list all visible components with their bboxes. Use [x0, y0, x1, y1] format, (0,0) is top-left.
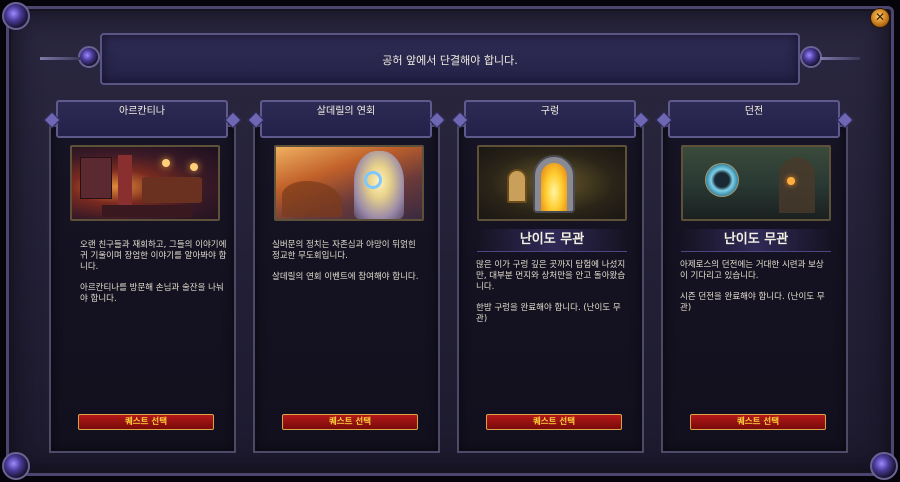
- quest-card-title: 살데릴의 연회: [316, 106, 376, 117]
- quest-card-description: 오랜 친구들과 재회하고, 그들의 이야기에 귀 기울이며 장엄한 이야기를 알…: [80, 240, 230, 315]
- quest-card-description: 많은 이가 구렁 깊은 곳까지 탐험에 나섰지만, 대부분 먼지와 상처만을 안…: [476, 260, 626, 335]
- header-banner: 공허 앞에서 단결해야 합니다.: [100, 33, 800, 85]
- description-paragraph: 아르칸티나를 방문해 손님과 술잔을 나눠야 합니다.: [80, 283, 224, 304]
- banner-title: 공허 앞에서 단결해야 합니다.: [382, 54, 518, 67]
- tavern-scene-image: [70, 145, 220, 221]
- select-quest-button[interactable]: 퀘스트 선택: [282, 414, 418, 430]
- difficulty-label: 난이도 무관: [477, 229, 627, 252]
- description-paragraph: 한밤 구렁을 완료해야 합니다. (난이도 무관): [476, 303, 621, 324]
- glowing-tree-image: [274, 145, 424, 221]
- description-paragraph: 살데릴의 연회 이벤트에 참여해야 합니다.: [272, 272, 419, 282]
- select-quest-button[interactable]: 퀘스트 선택: [486, 414, 622, 430]
- description-paragraph: 실버문의 정치는 자존심과 야망이 뒤얽힌 정교한 무도회입니다.: [272, 240, 416, 261]
- quest-card-title: 아르칸티나: [119, 106, 165, 117]
- description-paragraph: 많은 이가 구렁 깊은 곳까지 탐험에 나섰지만, 대부분 먼지와 상처만을 안…: [476, 260, 626, 292]
- quest-card-description: 실버문의 정치는 자존심과 야망이 뒤얽힌 정교한 무도회입니다. 살데릴의 연…: [272, 240, 422, 293]
- quest-card-header: 아르칸티나: [56, 100, 228, 138]
- description-paragraph: 시즌 던전을 완료해야 합니다. (난이도 무관): [680, 292, 825, 313]
- quest-card-description: 아제로스의 던전에는 거대한 시련과 보상이 기다리고 있습니다. 시즌 던전을…: [680, 260, 830, 324]
- difficulty-label: 난이도 무관: [681, 229, 831, 252]
- corner-orb-icon: [870, 452, 898, 480]
- description-paragraph: 오랜 친구들과 재회하고, 그들의 이야기에 귀 기울이며 장엄한 이야기를 알…: [80, 240, 227, 272]
- description-paragraph: 아제로스의 던전에는 거대한 시련과 보상이 기다리고 있습니다.: [680, 260, 824, 281]
- quest-card-header: 구렁: [464, 100, 636, 138]
- corner-orb-icon: [78, 46, 100, 68]
- quest-card-title: 구렁: [540, 106, 560, 117]
- dungeon-portal-icon: [681, 145, 831, 221]
- close-icon: ✕: [874, 10, 886, 24]
- close-button[interactable]: ✕: [870, 8, 890, 28]
- select-quest-button[interactable]: 퀘스트 선택: [78, 414, 214, 430]
- corner-orb-icon: [800, 46, 822, 68]
- quest-card-header: 살데릴의 연회: [260, 100, 432, 138]
- corner-orb-icon: [2, 2, 30, 30]
- corner-orb-icon: [2, 452, 30, 480]
- quest-card-header: 던전: [668, 100, 840, 138]
- select-quest-button[interactable]: 퀘스트 선택: [690, 414, 826, 430]
- banner-spike-decoration: [40, 57, 80, 60]
- quest-card-title: 던전: [744, 106, 764, 117]
- banner-spike-decoration: [820, 57, 860, 60]
- stone-portal-icon: [477, 145, 627, 221]
